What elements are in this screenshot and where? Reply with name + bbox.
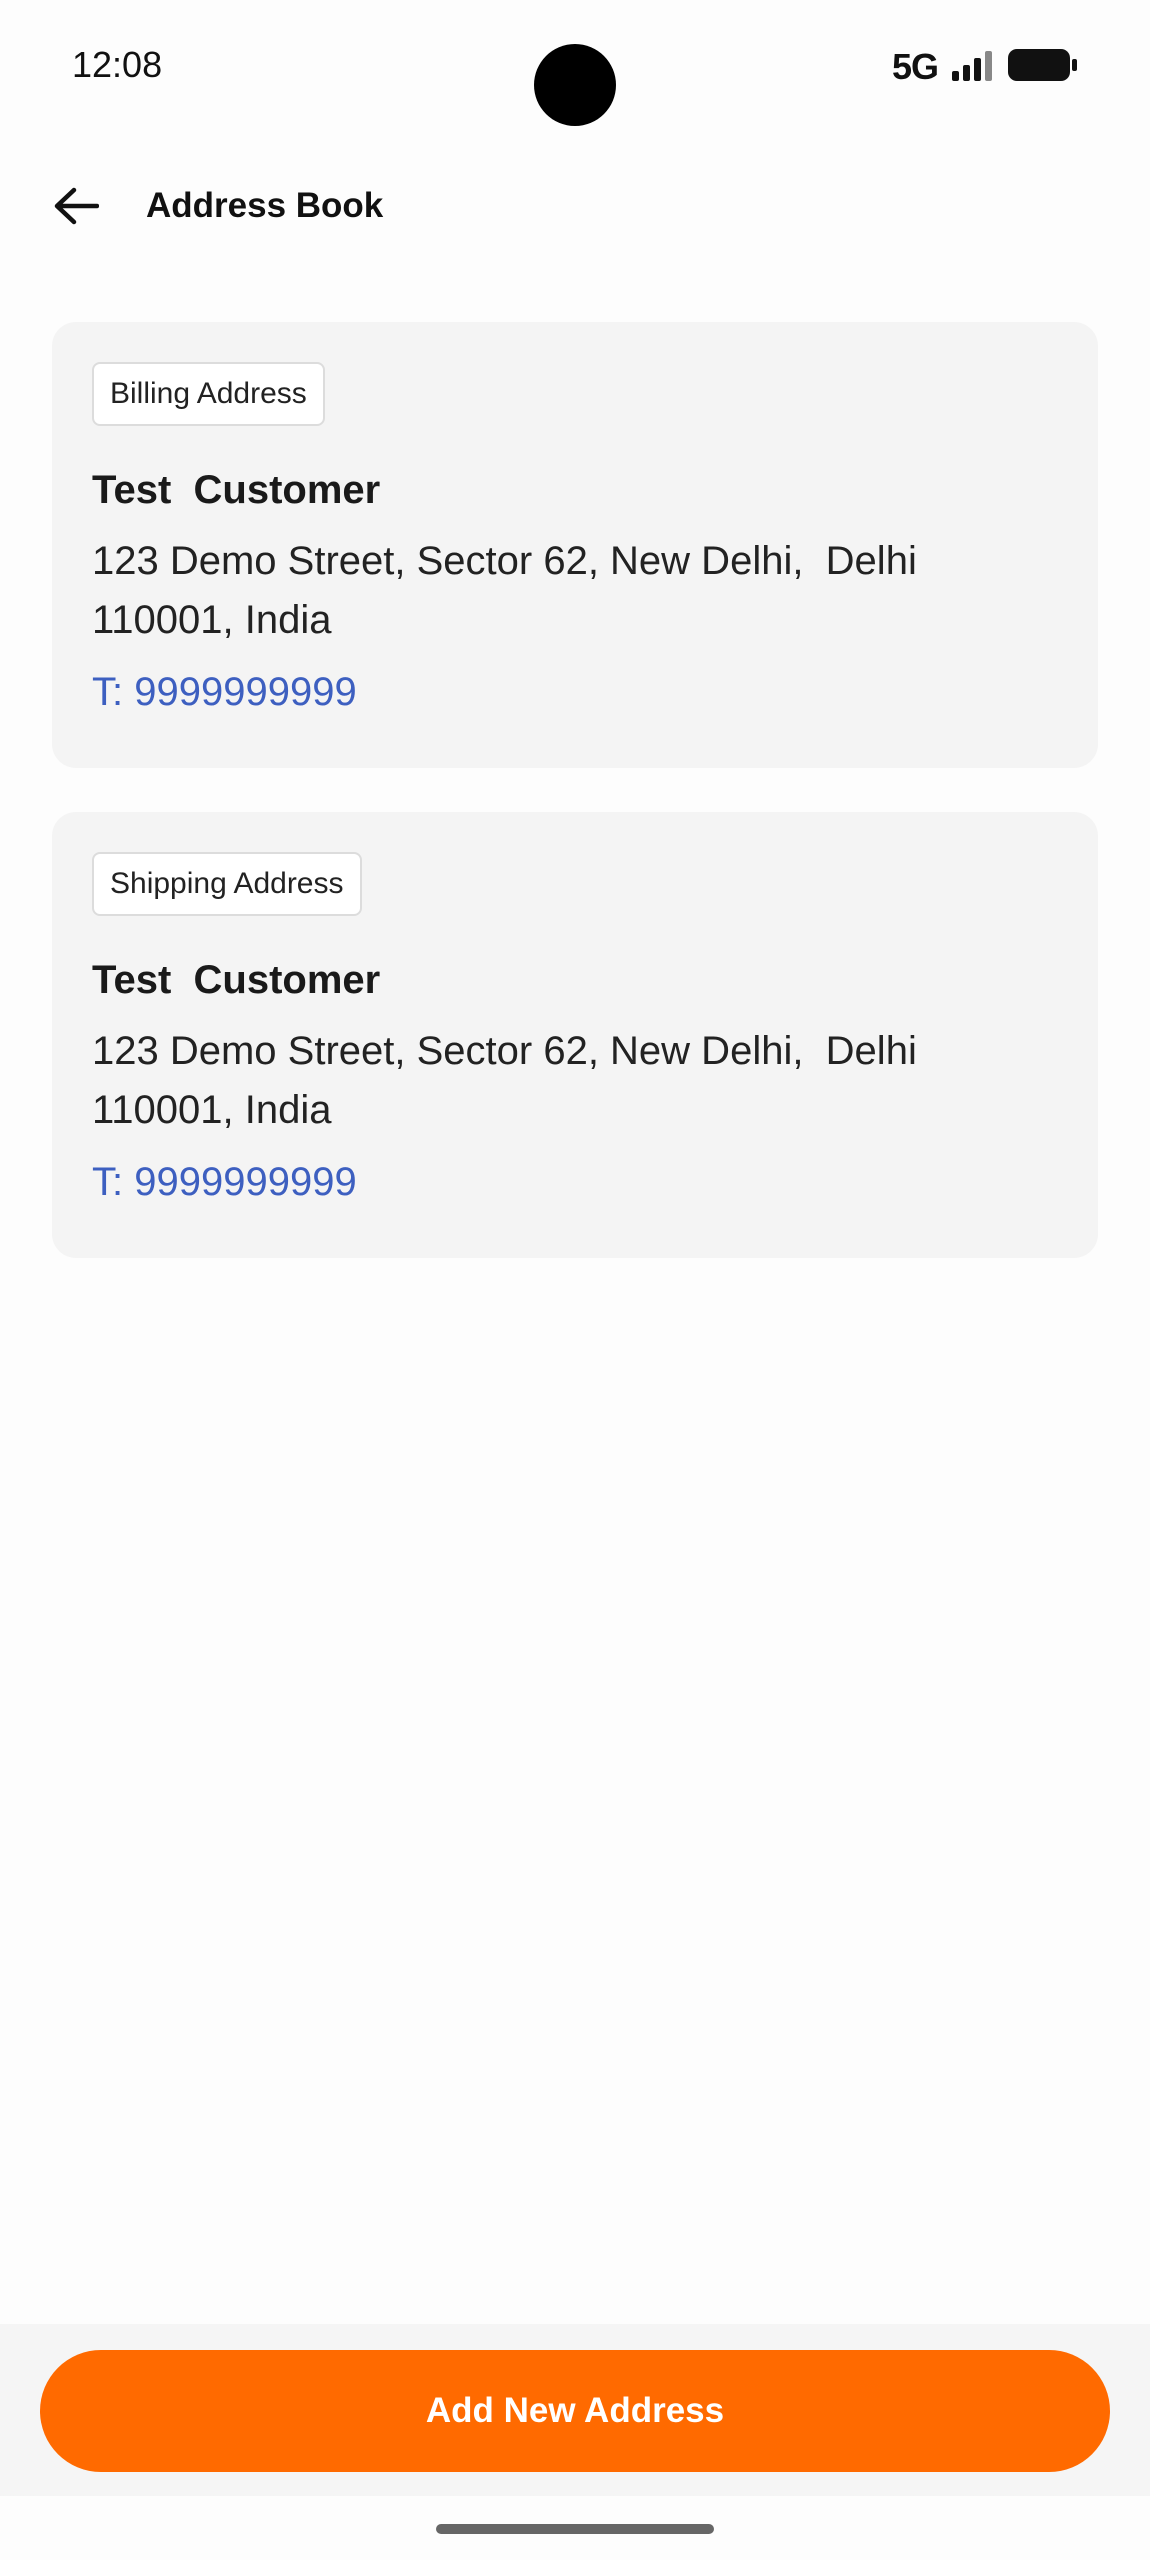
address-phone[interactable]: T: 9999999999 <box>92 1160 357 1205</box>
address-text: 123 Demo Street, Sector 62, New Delhi, D… <box>92 539 928 642</box>
add-new-address-button[interactable]: Add New Address <box>40 2350 1110 2472</box>
home-indicator[interactable] <box>436 2524 714 2534</box>
status-icons: 5G <box>892 46 1078 88</box>
address-name: Test Customer <box>92 468 381 512</box>
status-bar: 12:08 5G <box>0 0 1150 140</box>
address-text: 123 Demo Street, Sector 62, New Delhi, D… <box>92 1029 928 1132</box>
address-type-tag: Shipping Address <box>92 852 362 916</box>
back-button[interactable] <box>40 172 112 244</box>
address-name: Test Customer <box>92 958 381 1002</box>
address-phone[interactable]: T: 9999999999 <box>92 670 357 715</box>
network-label: 5G <box>891 46 939 87</box>
shipping-address-card[interactable]: Shipping Address Test Customer 123 Demo … <box>52 812 1098 1258</box>
battery-icon <box>1008 48 1078 86</box>
status-time: 12:08 <box>72 44 163 85</box>
billing-address-card[interactable]: Billing Address Test Customer 123 Demo S… <box>52 322 1098 768</box>
signal-icon <box>952 49 994 86</box>
address-type-tag: Billing Address <box>92 362 325 426</box>
arrow-left-icon <box>53 186 100 231</box>
app-bar: Address Book <box>0 160 1150 256</box>
bottom-action-bar: Add New Address <box>0 2324 1150 2496</box>
page-title: Address Book <box>146 186 384 225</box>
camera-cutout <box>534 44 616 126</box>
